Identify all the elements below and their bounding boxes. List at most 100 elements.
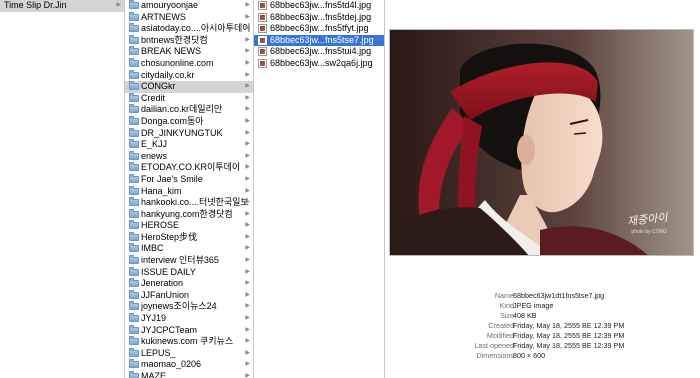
folder-item-interview-365[interactable]: interview 인터뷰365 ▶: [125, 255, 253, 267]
folder-icon: [129, 371, 139, 378]
info-value: Friday, May 18, 2555 BE 12:39 PM: [513, 331, 625, 340]
folder-item-etoday-co-kr[interactable]: ETODAY.CO.KR이투데이 ▶: [125, 162, 253, 174]
folder-icon: [129, 57, 139, 67]
folder-item-chosunonline-com[interactable]: chosunonline.com ▶: [125, 57, 253, 70]
folder-item-jjfanunion[interactable]: JJFanUnion ▶: [125, 289, 253, 302]
folder-item-dr-jinkyungtuk[interactable]: DR_JINKYUNGTUK ▶: [125, 127, 253, 140]
chevron-right-icon: ▶: [245, 303, 250, 310]
folder-label: E_KJJ: [141, 139, 168, 150]
folder-icon: [129, 347, 139, 357]
file-item-4[interactable]: 68bbec63jw...fns5tse7.jpg: [254, 34, 384, 47]
chevron-right-icon: ▶: [245, 152, 250, 159]
folder-item-congkr[interactable]: CONGkr ▶: [125, 81, 253, 93]
chevron-right-icon: ▶: [245, 373, 250, 378]
folder-item-issue-daily[interactable]: ISSUE DAILY ▶: [125, 266, 253, 279]
folder-item-break-news[interactable]: BREAK NEWS ▶: [125, 46, 253, 58]
info-value: 800 × 600: [513, 351, 546, 360]
chevron-right-icon: ▶: [245, 129, 250, 136]
chevron-right-icon: ▶: [245, 268, 250, 275]
folder-label: LEPUS_: [141, 347, 176, 358]
finder-column-1[interactable]: Time Slip Dr.Jin ▶: [0, 0, 125, 378]
folder-item-herostep[interactable]: HeroStep步伐 ▶: [125, 231, 253, 244]
info-key: Modified: [486, 331, 514, 340]
jpeg-file-icon: [258, 24, 267, 34]
folder-icon: [129, 115, 139, 125]
folder-item-jyjcpcteam[interactable]: JYJCPCTeam ▶: [125, 324, 253, 337]
folder-item-for-jae-s-smile[interactable]: For Jae's Smile ▶: [125, 173, 253, 186]
folder-icon: [129, 150, 139, 160]
chevron-right-icon: ▶: [245, 280, 250, 287]
folder-item-lepus[interactable]: LEPUS_ ▶: [125, 347, 253, 360]
folder-item-hankooki-co[interactable]: hankooki.co....터넷한국일보 ▶: [125, 197, 253, 209]
folder-label: For Jae's Smile: [141, 173, 203, 184]
image-preview: 재중아이 photo by CONG: [389, 29, 694, 256]
folder-item-kukinews-com[interactable]: kukinews.com 쿠키뉴스 ▶: [125, 336, 253, 348]
folder-icon: [129, 46, 139, 56]
chevron-right-icon: ▶: [245, 2, 250, 8]
folder-label: maomao_0206: [141, 359, 202, 370]
folder-label: amouryoonjae: [141, 0, 199, 10]
folder-item-maomao-0206[interactable]: maomao_0206 ▶: [125, 359, 253, 371]
folder-item-imbc[interactable]: IMBC ▶: [125, 243, 253, 255]
file-item-3[interactable]: 68bbec63jw...fns5tfyt.jpg: [254, 23, 384, 35]
folder-label: Credit: [141, 92, 166, 103]
folder-label: asiatoday.co....아시아투데이: [141, 23, 251, 34]
folder-item-jyj19[interactable]: JYJ19 ▶: [125, 313, 253, 325]
chevron-right-icon: ▶: [245, 315, 250, 322]
info-row-created: Created Friday, May 18, 2555 BE 12:39 PM: [385, 321, 700, 331]
file-item-6[interactable]: 68bbec63jw...sw2qa6j.jpg: [254, 58, 384, 70]
folder-item-e-kjj[interactable]: E_KJJ ▶: [125, 139, 253, 151]
chevron-right-icon: ▶: [245, 233, 250, 240]
folder-item-credit[interactable]: Credit ▶: [125, 92, 253, 105]
file-item-2[interactable]: 68bbec63jw...fns5tdej.jpg: [254, 12, 384, 24]
folder-icon: [129, 92, 139, 102]
folder-icon: [129, 289, 139, 299]
chevron-right-icon: ▶: [245, 349, 250, 356]
folder-item-citydaily-co-kr[interactable]: citydaily.co.kr ▶: [125, 69, 253, 82]
file-item-1[interactable]: 68bbec63jw...fns5td4l.jpg: [254, 0, 384, 12]
folder-item-jeneration[interactable]: Jeneration ▶: [125, 278, 253, 290]
info-key: Name: [494, 291, 514, 300]
folder-item-asiatoday-co[interactable]: asiatoday.co....아시아투데이 ▶: [125, 23, 253, 35]
file-info-panel: Name 68bbec63jw1dt1fns5tse7.jpg Kind JPEG i…: [385, 291, 700, 361]
folder-item-maze[interactable]: MAZE ▶: [125, 371, 253, 378]
folder-item-enews[interactable]: enews ▶: [125, 150, 253, 163]
finder-column-2[interactable]: amouryoonjae ▶ ARTNEWS ▶ asiatoday.co....아시아…: [125, 0, 254, 378]
chevron-right-icon: ▶: [245, 117, 250, 124]
folder-icon: [129, 243, 139, 253]
folder-item-bntnews[interactable]: bntnews한경닷컴 ▶: [125, 34, 253, 47]
info-row-size: Size 408 KB: [385, 311, 700, 321]
preview-pane: 재중아이 photo by CONG Name 68bbec63jw1dt1fns…: [385, 0, 700, 378]
chevron-right-icon: ▶: [245, 210, 250, 217]
folder-label: MAZE: [141, 371, 167, 378]
jpeg-file-icon: [258, 1, 267, 10]
info-value: 68bbec63jw1dt1fns5tse7.jpg: [513, 291, 605, 300]
info-key: Dimensions: [476, 351, 514, 360]
folder-item-amouryoonjae[interactable]: amouryoonjae ▶: [125, 0, 253, 12]
folder-item-herose[interactable]: HEROSE ▶: [125, 220, 253, 232]
info-key: Created: [488, 321, 514, 330]
chevron-right-icon: ▶: [245, 175, 250, 182]
file-label: 68bbec63jw...fns5tdej.jpg: [270, 11, 372, 22]
chevron-right-icon: ▶: [245, 361, 250, 368]
jpeg-file-icon: [258, 12, 267, 22]
folder-item-hana-kim[interactable]: Hana_kim ▶: [125, 185, 253, 198]
folder-item-artnews[interactable]: ARTNEWS ▶: [125, 11, 253, 24]
folder-icon: [129, 278, 139, 288]
folder-item-hankyung-com[interactable]: hankyung.com한경닷컴 ▶: [125, 208, 253, 221]
finder-column-3[interactable]: 68bbec63jw...fns5td4l.jpg 68bbec63jw...fn…: [254, 0, 385, 378]
info-value: 408 KB: [513, 311, 537, 320]
folder-label: JJFanUnion: [141, 289, 190, 300]
info-row-name: Name 68bbec63jw1dt1fns5tse7.jpg: [385, 291, 700, 301]
folder-item-donga-com[interactable]: Donga.com동아 ▶: [125, 115, 253, 128]
folder-label: CONGkr: [141, 81, 176, 92]
chevron-right-icon: ▶: [245, 59, 250, 66]
file-item-5[interactable]: 68bbec63jw...fns5tui4.jpg: [254, 46, 384, 58]
folder-item-time-slip-dr-jin[interactable]: Time Slip Dr.Jin ▶: [0, 0, 124, 12]
folder-item-dailian-co-kr[interactable]: dailian.co.kr데일리안 ▶: [125, 104, 253, 116]
folder-label: IMBC: [141, 243, 164, 254]
folder-icon: [129, 185, 139, 195]
folder-item-joynews-24[interactable]: joynews조이뉴스24 ▶: [125, 301, 253, 313]
info-value: Friday, May 18, 2555 BE 12:39 PM: [513, 321, 625, 330]
folder-icon: [129, 127, 139, 137]
